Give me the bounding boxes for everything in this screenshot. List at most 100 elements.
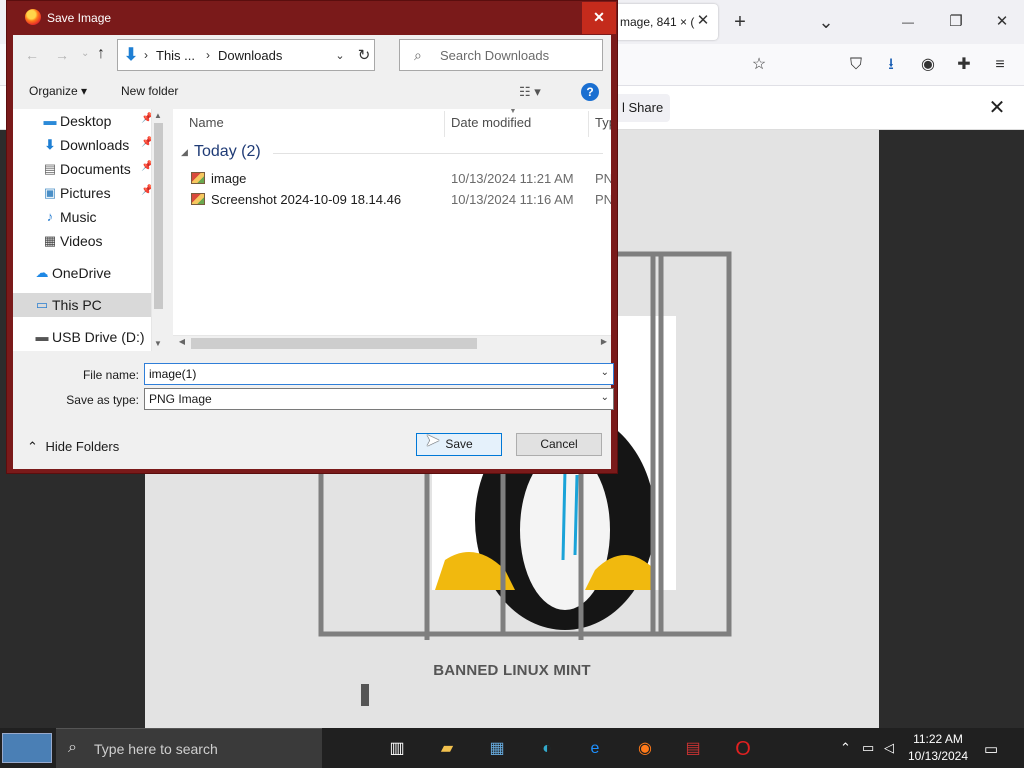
- refresh-icon[interactable]: ↻: [354, 46, 374, 66]
- share-button[interactable]: l Share: [612, 94, 670, 122]
- documents-icon: ▤: [43, 161, 57, 176]
- file-name-combobox[interactable]: ⌄: [144, 363, 614, 385]
- nav-item-documents[interactable]: ▤ Documents 📌: [13, 157, 154, 181]
- up-folder-arrow-icon[interactable]: ↑: [97, 45, 105, 63]
- nav-item-label: Downloads: [60, 137, 130, 153]
- nav-item-label: Pictures: [60, 185, 111, 201]
- taskbar-date[interactable]: 10/13/2024: [904, 749, 972, 763]
- start-button[interactable]: [2, 733, 52, 763]
- downloads-icon[interactable]: ⭳: [873, 44, 909, 86]
- column-header-date-modified[interactable]: Date modified: [451, 115, 531, 130]
- task-view-icon[interactable]: ▥: [384, 736, 410, 762]
- nav-item-desktop[interactable]: ▬ Desktop 📌: [13, 109, 154, 133]
- minimize-button[interactable]: —: [888, 0, 928, 44]
- horizontal-scrollbar-thumb[interactable]: [191, 338, 477, 349]
- group-header[interactable]: Today (2): [194, 143, 261, 161]
- column-header-name[interactable]: Name: [189, 115, 224, 130]
- taskbar-time[interactable]: 11:22 AM: [904, 732, 972, 746]
- nav-item-label: USB Drive (D:): [52, 329, 145, 345]
- nav-item-videos[interactable]: ▦ Videos: [13, 229, 153, 253]
- help-icon[interactable]: ?: [581, 83, 599, 101]
- internet-explorer-icon[interactable]: e: [582, 736, 608, 762]
- pictures-icon: ▣: [43, 185, 57, 200]
- notification-close-icon[interactable]: ✕: [984, 96, 1010, 120]
- extensions-icon[interactable]: ✚: [946, 44, 982, 86]
- chevron-down-icon[interactable]: ⌄: [601, 367, 609, 378]
- breadcrumb-separator-icon[interactable]: ›: [206, 48, 210, 62]
- scroll-down-arrow-icon[interactable]: ▼: [151, 339, 165, 348]
- png-file-icon: [191, 172, 205, 184]
- nav-item-this-pc[interactable]: ▭ This PC: [13, 293, 151, 317]
- text-cursor-marker: [361, 684, 369, 706]
- chevron-down-icon[interactable]: ⌄: [601, 392, 609, 403]
- file-row[interactable]: Screenshot 2024-10-09 18.14.46 10/13/202…: [187, 190, 611, 211]
- change-view-icon[interactable]: ☷ ▾: [519, 84, 541, 100]
- dialog-title: Save Image: [47, 11, 112, 25]
- opera-icon[interactable]: O: [730, 736, 756, 762]
- volume-icon[interactable]: ◁: [884, 740, 894, 756]
- dialog-body: ← → ⌄ ↑ ⬇ › This ... › Downloads ⌄ ↻ ⌕ O…: [13, 35, 614, 469]
- show-hidden-icons-icon[interactable]: ⌃: [840, 740, 851, 756]
- hide-folders-toggle[interactable]: ⌃ Hide Folders: [27, 439, 119, 455]
- file-explorer-icon[interactable]: ▰: [434, 736, 460, 762]
- forward-arrow-icon[interactable]: →: [55, 47, 69, 63]
- breadcrumb-this-pc[interactable]: This ...: [156, 48, 195, 63]
- search-input[interactable]: [440, 44, 596, 66]
- nav-scrollbar-thumb[interactable]: [154, 123, 163, 309]
- save-image-dialog: Save Image ✕ ← → ⌄ ↑ ⬇ › This ... › Down…: [6, 0, 618, 474]
- tab-close-icon[interactable]: ✕: [694, 11, 712, 31]
- breadcrumb-separator-icon[interactable]: ›: [144, 48, 148, 62]
- network-icon[interactable]: ▭: [862, 740, 874, 756]
- file-name-input[interactable]: [149, 366, 589, 382]
- nav-item-downloads[interactable]: ⬇ Downloads 📌: [13, 133, 154, 157]
- nav-item-usb-drive[interactable]: ▬ USB Drive (D:): [13, 325, 153, 349]
- recent-locations-chevron-icon[interactable]: ⌄: [81, 48, 89, 59]
- nav-item-label: Documents: [60, 161, 131, 177]
- column-header-type[interactable]: Typ: [595, 115, 611, 130]
- dialog-title-bar: Save Image ✕: [7, 1, 617, 35]
- account-icon[interactable]: ◉: [910, 44, 946, 86]
- command-bar: Organize ▾ New folder ☷ ▾ ?: [13, 77, 611, 109]
- winrar-icon[interactable]: ▤: [680, 736, 706, 762]
- file-row[interactable]: image 10/13/2024 11:21 AM PN: [187, 169, 611, 190]
- search-icon: ⌕: [68, 739, 77, 756]
- nav-item-music[interactable]: ♪ Music: [13, 205, 153, 229]
- cancel-button[interactable]: Cancel: [516, 433, 602, 456]
- usb-drive-icon: ▬: [35, 329, 49, 344]
- maximize-button[interactable]: ❐: [936, 0, 976, 44]
- dialog-close-button[interactable]: ✕: [582, 2, 616, 34]
- image-caption: BANNED LINUX MINT: [433, 662, 591, 679]
- taskbar-search-placeholder: Type here to search: [94, 741, 218, 757]
- taskbar-search-box[interactable]: ⌕ Type here to search: [56, 728, 322, 768]
- scroll-up-arrow-icon[interactable]: ▲: [151, 111, 165, 120]
- nav-item-onedrive[interactable]: ☁ OneDrive: [13, 261, 153, 285]
- edge-browser-icon[interactable]: ◐: [534, 736, 560, 762]
- column-divider[interactable]: [444, 111, 445, 137]
- scroll-right-arrow-icon[interactable]: ▶: [597, 337, 611, 346]
- column-divider[interactable]: [588, 111, 589, 137]
- address-bar[interactable]: ⬇ › This ... › Downloads ⌄ ↻: [117, 39, 375, 71]
- png-file-icon: [191, 193, 205, 205]
- organize-button[interactable]: Organize ▾: [29, 84, 87, 98]
- nav-item-label: OneDrive: [52, 265, 112, 281]
- bookmark-star-icon[interactable]: ☆: [741, 44, 777, 86]
- file-name: Screenshot 2024-10-09 18.14.46: [211, 192, 402, 207]
- firefox-icon[interactable]: ◉: [632, 736, 658, 762]
- collapse-group-icon[interactable]: ◢: [181, 147, 188, 158]
- back-arrow-icon[interactable]: ←: [25, 47, 39, 63]
- notifications-icon[interactable]: ▭: [984, 740, 998, 758]
- nav-item-pictures[interactable]: ▣ Pictures 📌: [13, 181, 154, 205]
- address-dropdown-chevron-icon[interactable]: ⌄: [330, 46, 350, 66]
- scroll-left-arrow-icon[interactable]: ◀: [175, 337, 189, 346]
- window-close-button[interactable]: ✕: [982, 0, 1022, 44]
- save-as-type-value: PNG Image: [149, 392, 212, 406]
- pocket-icon[interactable]: ⛉: [838, 44, 874, 86]
- new-tab-button[interactable]: +: [720, 0, 760, 44]
- menu-icon[interactable]: ≡: [982, 44, 1018, 86]
- navigation-pane: ▬ Desktop 📌 ⬇ Downloads 📌 ▤ Documents 📌 …: [13, 109, 165, 351]
- new-folder-button[interactable]: New folder: [121, 84, 178, 98]
- save-as-type-select[interactable]: PNG Image ⌄: [144, 388, 614, 410]
- list-tabs-button[interactable]: ⌄: [806, 0, 846, 44]
- breadcrumb-downloads[interactable]: Downloads: [218, 48, 282, 63]
- microsoft-store-icon[interactable]: ▦: [484, 736, 510, 762]
